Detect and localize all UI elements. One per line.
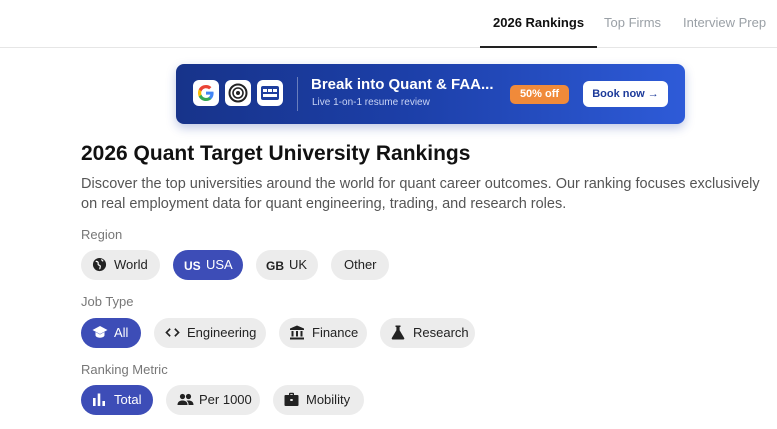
region-option-label: Other <box>344 257 377 272</box>
metric-option-per-1000[interactable]: Per 1000 <box>166 385 260 415</box>
tab-top-firms[interactable]: Top Firms <box>604 0 661 47</box>
region-label: Region <box>81 227 123 242</box>
metric-option-mobility[interactable]: Mobility <box>273 385 364 415</box>
camera-logo-icon <box>225 80 251 106</box>
people-icon <box>177 393 194 405</box>
job-type-option-research[interactable]: Research <box>380 318 475 348</box>
flask-icon <box>391 325 405 340</box>
top-navigation: 2026 Rankings Top Firms Interview Prep <box>0 0 777 48</box>
banner-title: Break into Quant & FAA... <box>311 76 494 93</box>
bank-icon <box>290 325 304 340</box>
region-option-usa[interactable]: US USA <box>173 250 243 280</box>
banner-subtitle: Live 1-on-1 resume review <box>312 97 430 108</box>
region-option-uk[interactable]: GB UK <box>256 250 318 280</box>
gb-flag-code: GB <box>266 259 284 273</box>
bar-chart-icon <box>93 393 105 406</box>
ranking-metric-label: Ranking Metric <box>81 362 168 377</box>
google-logo-icon <box>193 80 219 106</box>
region-option-other[interactable]: Other <box>331 250 389 280</box>
region-option-label: USA <box>206 257 233 272</box>
tech-logo-icon <box>257 80 283 106</box>
job-type-option-finance[interactable]: Finance <box>279 318 367 348</box>
code-icon <box>165 328 180 337</box>
us-flag-code: US <box>184 259 201 273</box>
briefcase-icon <box>284 392 299 406</box>
promo-banner[interactable]: Break into Quant & FAA... Live 1-on-1 re… <box>176 64 685 124</box>
metric-option-label: Per 1000 <box>199 392 252 407</box>
banner-divider <box>297 77 298 111</box>
globe-icon <box>92 257 107 272</box>
tab-interview-prep[interactable]: Interview Prep <box>683 0 766 47</box>
job-type-option-label: Research <box>413 325 469 340</box>
job-type-option-all[interactable]: All <box>81 318 141 348</box>
discount-badge: 50% off <box>510 85 569 104</box>
region-option-world[interactable]: World <box>81 250 160 280</box>
metric-option-label: Total <box>114 392 142 407</box>
tab-2026-rankings[interactable]: 2026 Rankings <box>479 0 598 48</box>
job-type-option-label: Engineering <box>187 325 257 340</box>
book-now-button[interactable]: Book now → <box>583 81 668 107</box>
region-option-label: World <box>114 257 148 272</box>
page-title: 2026 Quant Target University Rankings <box>81 142 471 165</box>
graduation-cap-icon <box>92 326 108 338</box>
job-type-label: Job Type <box>81 294 134 309</box>
job-type-option-label: All <box>114 325 129 340</box>
metric-option-total[interactable]: Total <box>81 385 153 415</box>
job-type-option-engineering[interactable]: Engineering <box>154 318 266 348</box>
job-type-option-label: Finance <box>312 325 359 340</box>
page-description: Discover the top universities around the… <box>81 176 760 212</box>
metric-option-label: Mobility <box>306 392 351 407</box>
region-option-label: UK <box>289 257 308 272</box>
